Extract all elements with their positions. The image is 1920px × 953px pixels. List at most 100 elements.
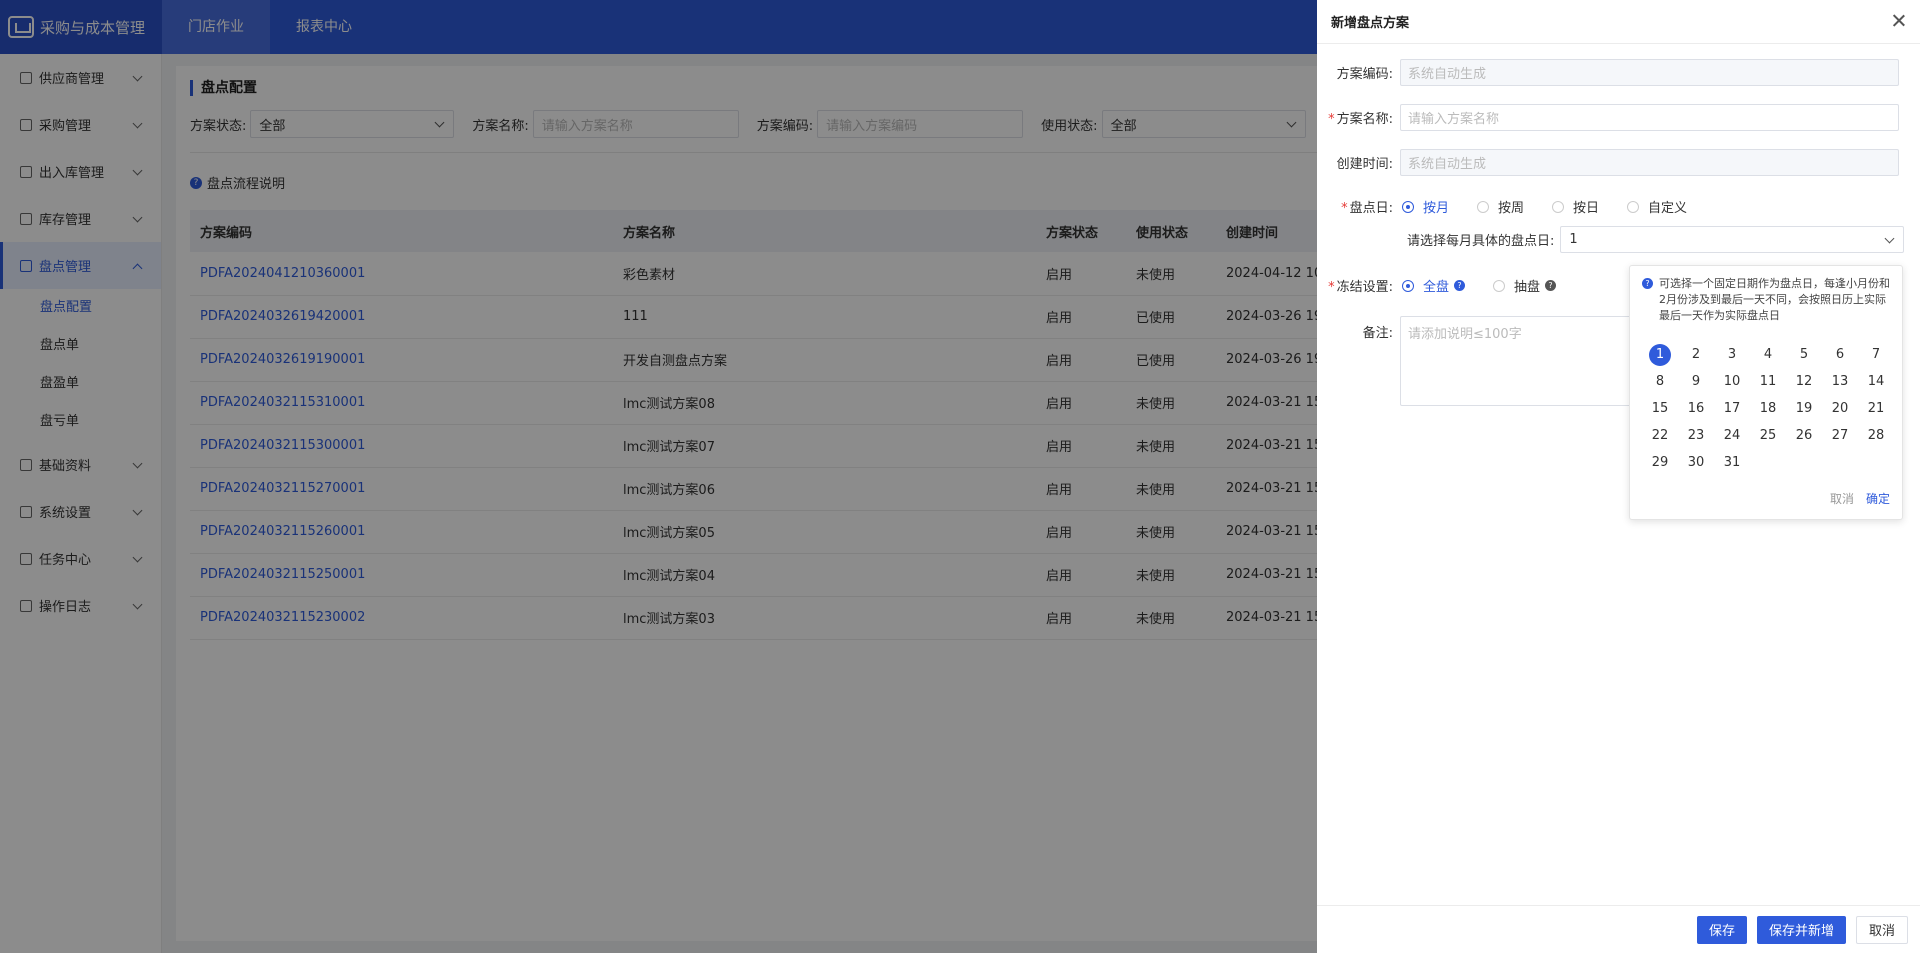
radio-dot bbox=[1493, 279, 1506, 292]
day-option[interactable]: 28 bbox=[1858, 425, 1894, 452]
day-option[interactable]: 27 bbox=[1822, 425, 1858, 452]
plan-name-input[interactable]: 请输入方案名称 bbox=[1400, 104, 1899, 131]
cancel-button[interactable]: 取消 bbox=[1855, 915, 1908, 944]
drawer-title: 新增盘点方案 bbox=[1331, 16, 1410, 31]
day-option-label: 10 bbox=[1723, 374, 1741, 389]
remark-label: 备注: bbox=[1362, 326, 1393, 341]
radio-label: 全盘 bbox=[1423, 280, 1450, 295]
day-option-label: 21 bbox=[1867, 401, 1885, 416]
day-option-label: 19 bbox=[1795, 401, 1813, 416]
plan-code-field: 系统自动生成 bbox=[1400, 59, 1899, 86]
day-option-label: 31 bbox=[1723, 455, 1741, 470]
day-option[interactable]: 12 bbox=[1786, 371, 1822, 398]
popover-tip-text: 可选择一个固定日期作为盘点日，每逢小月份和2月份涉及到最后一天不同，会按照日历上… bbox=[1659, 277, 1890, 322]
drawer-header: 新增盘点方案 bbox=[1317, 0, 1920, 44]
day-option[interactable]: 18 bbox=[1750, 398, 1786, 425]
day-option[interactable]: 29 bbox=[1642, 452, 1678, 479]
day-option-label: 13 bbox=[1831, 374, 1849, 389]
day-option[interactable]: 1 bbox=[1642, 344, 1678, 371]
day-option-label: 18 bbox=[1759, 401, 1777, 416]
popover-tip: ? 可选择一个固定日期作为盘点日，每逢小月份和2月份涉及到最后一天不同，会按照日… bbox=[1642, 276, 1890, 324]
radio-label: 按日 bbox=[1573, 201, 1600, 216]
question-icon: ? bbox=[1642, 278, 1653, 289]
day-option-label: 2 bbox=[1691, 347, 1701, 362]
radio-label: 抽盘 bbox=[1514, 280, 1541, 295]
created-time-label: 创建时间: bbox=[1336, 157, 1393, 172]
day-option[interactable]: 15 bbox=[1642, 398, 1678, 425]
day-option[interactable]: 13 bbox=[1822, 371, 1858, 398]
day-option[interactable]: 3 bbox=[1714, 344, 1750, 371]
stocktake-day-label-wrap: * 盘点日: bbox=[1317, 197, 1400, 216]
day-option-label: 12 bbox=[1795, 374, 1813, 389]
freeze-label-wrap: * 冻结设置: bbox=[1317, 276, 1400, 295]
radio-weekly[interactable]: 按周 bbox=[1477, 197, 1524, 216]
day-option-label: 28 bbox=[1867, 428, 1885, 443]
day-option[interactable]: 23 bbox=[1678, 425, 1714, 452]
day-option[interactable]: 19 bbox=[1786, 398, 1822, 425]
day-option-label: 6 bbox=[1835, 347, 1845, 362]
day-option[interactable]: 21 bbox=[1858, 398, 1894, 425]
radio-daily[interactable]: 按日 bbox=[1552, 197, 1599, 216]
save-button[interactable]: 保存 bbox=[1696, 915, 1747, 944]
radio-dot bbox=[1552, 200, 1565, 213]
day-option-label: 8 bbox=[1655, 374, 1665, 389]
radio-dot bbox=[1627, 200, 1640, 213]
day-option[interactable]: 26 bbox=[1786, 425, 1822, 452]
day-option[interactable]: 14 bbox=[1858, 371, 1894, 398]
day-option[interactable]: 25 bbox=[1750, 425, 1786, 452]
stocktake-day-label: 盘点日: bbox=[1349, 201, 1393, 216]
day-option[interactable]: 4 bbox=[1750, 344, 1786, 371]
required-mark: * bbox=[1328, 280, 1335, 295]
radio-custom[interactable]: 自定义 bbox=[1627, 197, 1687, 216]
day-option-label: 14 bbox=[1867, 374, 1885, 389]
chevron-down-icon bbox=[1884, 233, 1895, 244]
radio-full-count[interactable]: 全盘? bbox=[1402, 276, 1466, 295]
freeze-label: 冻结设置: bbox=[1336, 280, 1393, 295]
monthly-day-select[interactable]: 1 bbox=[1560, 226, 1905, 253]
day-option[interactable]: 6 bbox=[1822, 344, 1858, 371]
day-option[interactable]: 24 bbox=[1714, 425, 1750, 452]
created-time-field: 系统自动生成 bbox=[1400, 149, 1899, 176]
required-mark: * bbox=[1341, 201, 1348, 216]
day-option-label: 30 bbox=[1687, 455, 1705, 470]
radio-label: 按周 bbox=[1498, 201, 1525, 216]
day-option[interactable]: 5 bbox=[1786, 344, 1822, 371]
day-option[interactable]: 11 bbox=[1750, 371, 1786, 398]
day-option-label: 22 bbox=[1651, 428, 1669, 443]
row-created-time: 创建时间: 系统自动生成 bbox=[1317, 149, 1899, 176]
radio-label: 自定义 bbox=[1648, 201, 1688, 216]
question-icon[interactable]: ? bbox=[1454, 280, 1466, 291]
day-option[interactable]: 7 bbox=[1858, 344, 1894, 371]
popover-ok-button[interactable]: 确定 bbox=[1866, 490, 1890, 507]
day-option-label: 17 bbox=[1723, 401, 1741, 416]
popover-cancel-button[interactable]: 取消 bbox=[1830, 490, 1854, 507]
day-option-label: 1 bbox=[1649, 344, 1671, 366]
radio-spot-count[interactable]: 抽盘? bbox=[1493, 276, 1557, 295]
radio-dot bbox=[1402, 279, 1414, 292]
day-option[interactable]: 9 bbox=[1678, 371, 1714, 398]
day-option[interactable]: 8 bbox=[1642, 371, 1678, 398]
radio-monthly[interactable]: 按月 bbox=[1402, 197, 1449, 216]
plan-name-label: 方案名称: bbox=[1336, 112, 1393, 127]
day-option-label: 7 bbox=[1871, 347, 1881, 362]
row-plan-name: * 方案名称: 请输入方案名称 bbox=[1317, 104, 1899, 131]
save-and-new-button[interactable]: 保存并新增 bbox=[1756, 915, 1846, 944]
close-icon[interactable] bbox=[1890, 12, 1908, 30]
day-option[interactable]: 17 bbox=[1714, 398, 1750, 425]
question-icon[interactable]: ? bbox=[1545, 280, 1557, 291]
day-option-label: 15 bbox=[1651, 401, 1669, 416]
drawer-footer: 保存 保存并新增 取消 bbox=[1317, 905, 1920, 953]
day-option[interactable]: 22 bbox=[1642, 425, 1678, 452]
day-option[interactable]: 31 bbox=[1714, 452, 1750, 479]
day-option[interactable]: 10 bbox=[1714, 371, 1750, 398]
radio-dot bbox=[1477, 200, 1490, 213]
day-grid: 1 2 3 4 5 6 7 8 9 10 11 12 13 14 15 16 17 18 19 20 21 22 23 24 2… bbox=[1642, 344, 1890, 479]
day-option[interactable]: 2 bbox=[1678, 344, 1714, 371]
day-option[interactable]: 30 bbox=[1678, 452, 1714, 479]
day-option-label: 20 bbox=[1831, 401, 1849, 416]
day-option[interactable]: 16 bbox=[1678, 398, 1714, 425]
day-option-label: 24 bbox=[1723, 428, 1741, 443]
day-option[interactable]: 20 bbox=[1822, 398, 1858, 425]
row-stocktake-day: * 盘点日: 按月 按周 按日 自定义 bbox=[1317, 197, 1715, 216]
radio-dot bbox=[1402, 200, 1414, 213]
